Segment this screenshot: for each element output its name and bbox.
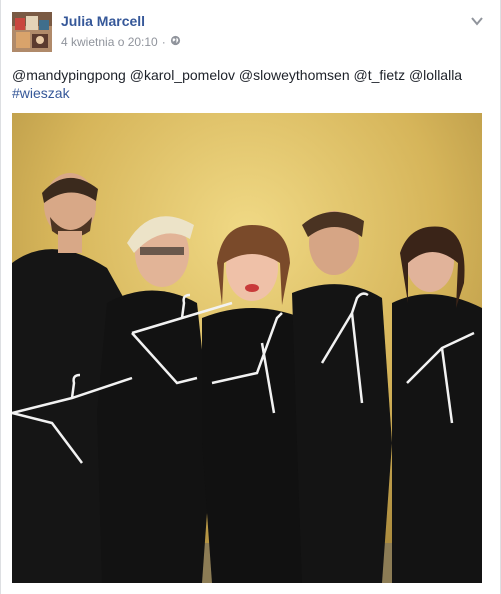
globe-icon[interactable] bbox=[170, 35, 181, 49]
author-avatar[interactable] bbox=[12, 12, 52, 52]
chevron-down-icon[interactable] bbox=[470, 14, 484, 28]
mention-link[interactable]: @sloweythomsen bbox=[239, 67, 350, 83]
post-meta: 4 kwietnia o 20:10 · bbox=[61, 35, 181, 49]
post-text: @mandypingpong @karol_pomelov @sloweytho… bbox=[12, 66, 492, 102]
hashtag-link[interactable]: #wieszak bbox=[12, 85, 70, 101]
meta-separator: · bbox=[161, 35, 166, 49]
post-timestamp[interactable]: 4 kwietnia o 20:10 bbox=[61, 35, 158, 49]
mention-link[interactable]: @mandypingpong bbox=[12, 67, 126, 83]
post-photo[interactable] bbox=[12, 113, 482, 583]
mention-link[interactable]: @karol_pomelov bbox=[130, 67, 235, 83]
mention-link[interactable]: @lollalla bbox=[409, 67, 462, 83]
mention-link[interactable]: @t_fietz bbox=[354, 67, 406, 83]
facebook-post: Julia Marcell 4 kwietnia o 20:10 · @mand… bbox=[0, 0, 501, 594]
author-name[interactable]: Julia Marcell bbox=[61, 13, 145, 29]
